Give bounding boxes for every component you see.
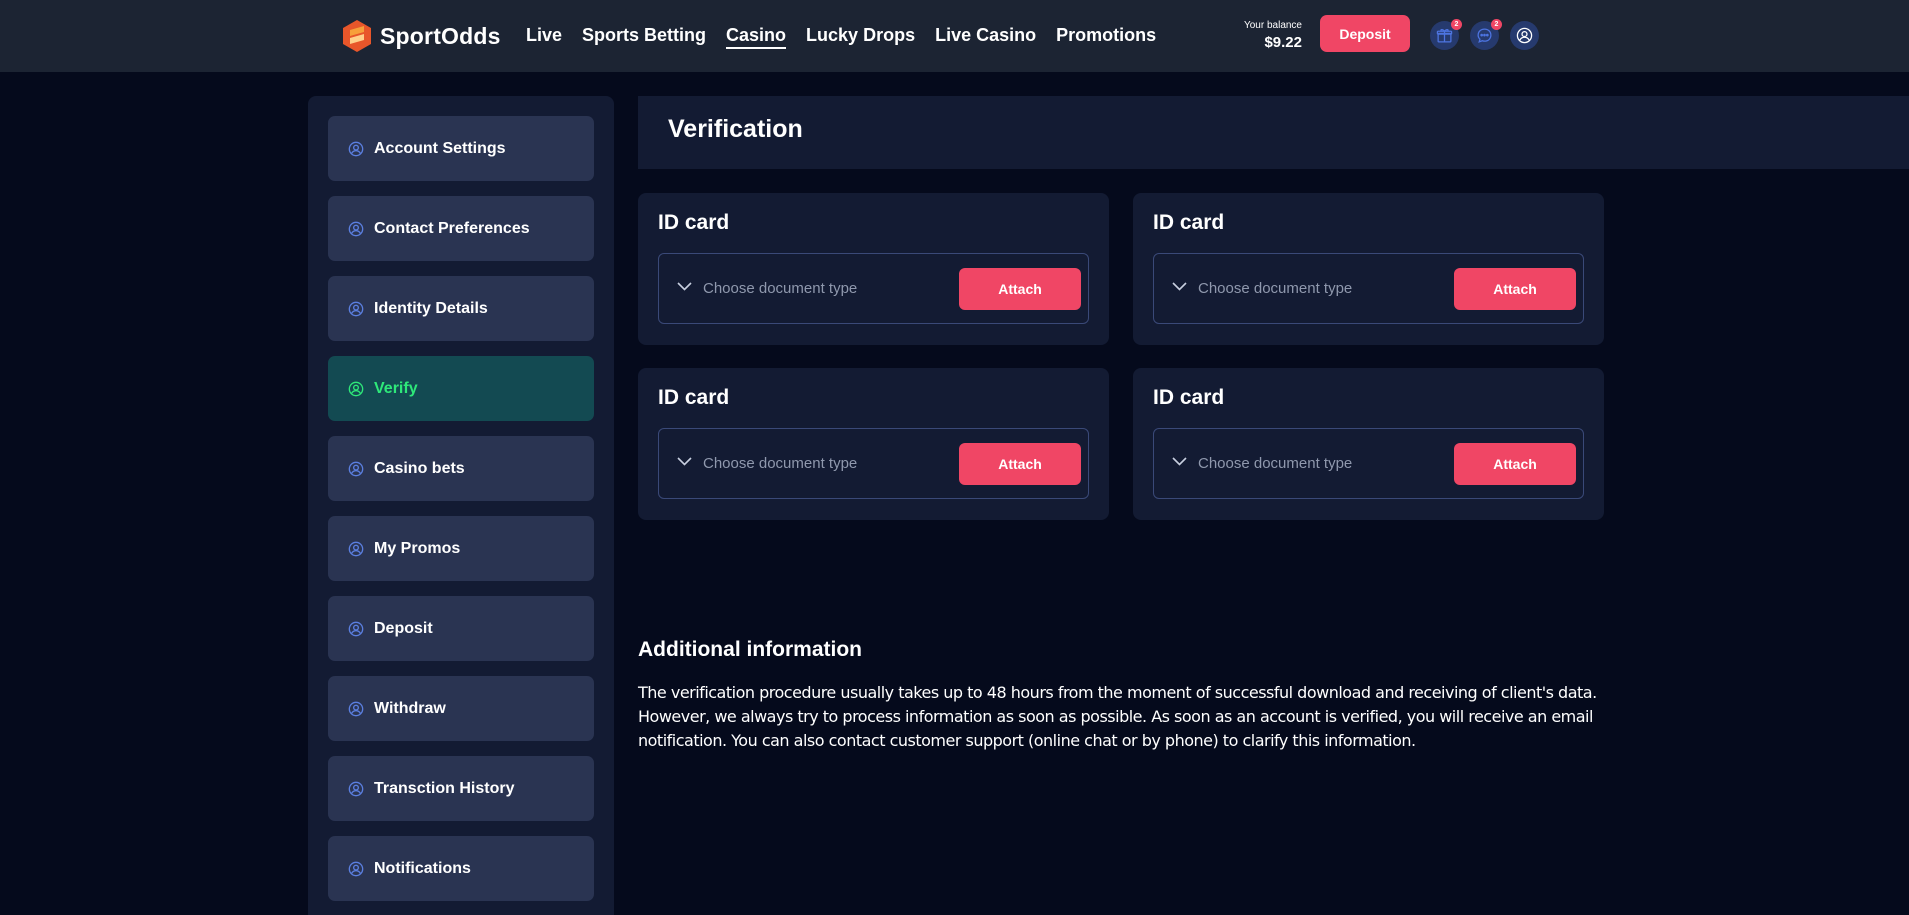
sidebar-item-label: Transction History [374, 779, 515, 797]
card-title: ID card [1153, 386, 1225, 409]
user-circle-icon [348, 701, 364, 716]
gift-icon [1436, 28, 1453, 43]
chevron-down-icon[interactable] [677, 282, 692, 291]
attach-button[interactable]: Attach [1454, 268, 1576, 310]
document-card: ID card Choose document type Attach [638, 193, 1109, 345]
sidebar-item-label: Deposit [374, 619, 433, 637]
sidebar-item-label: Verify [374, 379, 418, 397]
sidebar-item-identity-details[interactable]: Identity Details [328, 276, 594, 341]
document-upload-row: Choose document type Attach [1153, 428, 1584, 499]
attach-button[interactable]: Attach [959, 443, 1081, 485]
attach-button[interactable]: Attach [1454, 443, 1576, 485]
account-sidebar: Account Settings Contact Preferences Ide… [308, 96, 614, 915]
sidebar-item-label: My Promos [374, 539, 461, 557]
chat-icon [1477, 28, 1492, 43]
card-title: ID card [658, 386, 730, 409]
user-circle-icon [348, 221, 364, 236]
user-circle-icon [348, 781, 364, 796]
main-nav: Live Sports Betting Casino Lucky Drops L… [526, 24, 1156, 49]
sidebar-item-contact-preferences[interactable]: Contact Preferences [328, 196, 594, 261]
sidebar-item-account-settings[interactable]: Account Settings [328, 116, 594, 181]
top-header: SportOdds Live Sports Betting Casino Luc… [0, 0, 1909, 72]
chat-count-badge: 2 [1491, 19, 1502, 30]
brand-name: SportOdds [380, 22, 501, 49]
sidebar-item-notifications[interactable]: Notifications [328, 836, 594, 901]
document-type-select[interactable]: Choose document type [1198, 455, 1352, 472]
sidebar-item-casino-bets[interactable]: Casino bets [328, 436, 594, 501]
additional-info-text: The verification procedure usually takes… [638, 683, 1597, 750]
nav-casino[interactable]: Casino [726, 24, 787, 49]
card-title: ID card [1153, 211, 1225, 234]
document-upload-row: Choose document type Attach [1153, 253, 1584, 324]
sidebar-item-verify[interactable]: Verify [328, 356, 594, 421]
nav-lucky-drops[interactable]: Lucky Drops [806, 24, 915, 49]
document-card: ID card Choose document type Attach [638, 368, 1109, 520]
user-circle-icon [1516, 27, 1533, 44]
sidebar-item-label: Identity Details [374, 299, 488, 317]
sidebar-item-deposit[interactable]: Deposit [328, 596, 594, 661]
sidebar-item-label: Withdraw [374, 699, 446, 717]
sportodds-logo-icon [343, 20, 371, 52]
chevron-down-icon[interactable] [1172, 457, 1187, 466]
nav-sports-betting[interactable]: Sports Betting [582, 24, 706, 49]
user-circle-icon [348, 861, 364, 876]
deposit-button[interactable]: Deposit [1320, 15, 1410, 52]
nav-live[interactable]: Live [526, 24, 562, 49]
sidebar-item-withdraw[interactable]: Withdraw [328, 676, 594, 741]
sidebar-item-my-promos[interactable]: My Promos [328, 516, 594, 581]
user-circle-icon [348, 621, 364, 636]
user-circle-icon [348, 141, 364, 156]
nav-live-casino[interactable]: Live Casino [935, 24, 1036, 49]
page-title: Verification [668, 115, 803, 143]
balance-display: Your balance $9.22 [1230, 19, 1302, 52]
profile-button[interactable] [1510, 21, 1539, 50]
document-card: ID card Choose document type Attach [1133, 368, 1604, 520]
sidebar-item-transaction-history[interactable]: Transction History [328, 756, 594, 821]
sidebar-item-label: Casino bets [374, 459, 465, 477]
gift-count-badge: 2 [1451, 19, 1462, 30]
sidebar-item-label: Account Settings [374, 139, 506, 157]
gift-button[interactable]: 2 [1430, 19, 1462, 50]
page-header: Verification [638, 96, 1909, 169]
sidebar-item-label: Notifications [374, 859, 471, 877]
balance-value: $9.22 [1264, 34, 1302, 51]
document-upload-row: Choose document type Attach [658, 253, 1089, 324]
document-upload-row: Choose document type Attach [658, 428, 1089, 499]
document-card: ID card Choose document type Attach [1133, 193, 1604, 345]
user-circle-icon [348, 381, 364, 396]
attach-button[interactable]: Attach [959, 268, 1081, 310]
document-type-select[interactable]: Choose document type [703, 280, 857, 297]
user-circle-icon [348, 301, 364, 316]
chevron-down-icon[interactable] [677, 457, 692, 466]
user-circle-icon [348, 461, 364, 476]
balance-label: Your balance [1243, 20, 1302, 31]
chat-button[interactable]: 2 [1470, 19, 1502, 50]
document-type-select[interactable]: Choose document type [1198, 280, 1352, 297]
brand-logo[interactable]: SportOdds [342, 18, 501, 54]
chevron-down-icon[interactable] [1172, 282, 1187, 291]
user-circle-icon [348, 541, 364, 556]
additional-info-heading: Additional information [638, 638, 862, 661]
nav-promotions[interactable]: Promotions [1056, 24, 1156, 49]
sidebar-item-label: Contact Preferences [374, 219, 530, 237]
document-type-select[interactable]: Choose document type [703, 455, 857, 472]
card-title: ID card [658, 211, 730, 234]
